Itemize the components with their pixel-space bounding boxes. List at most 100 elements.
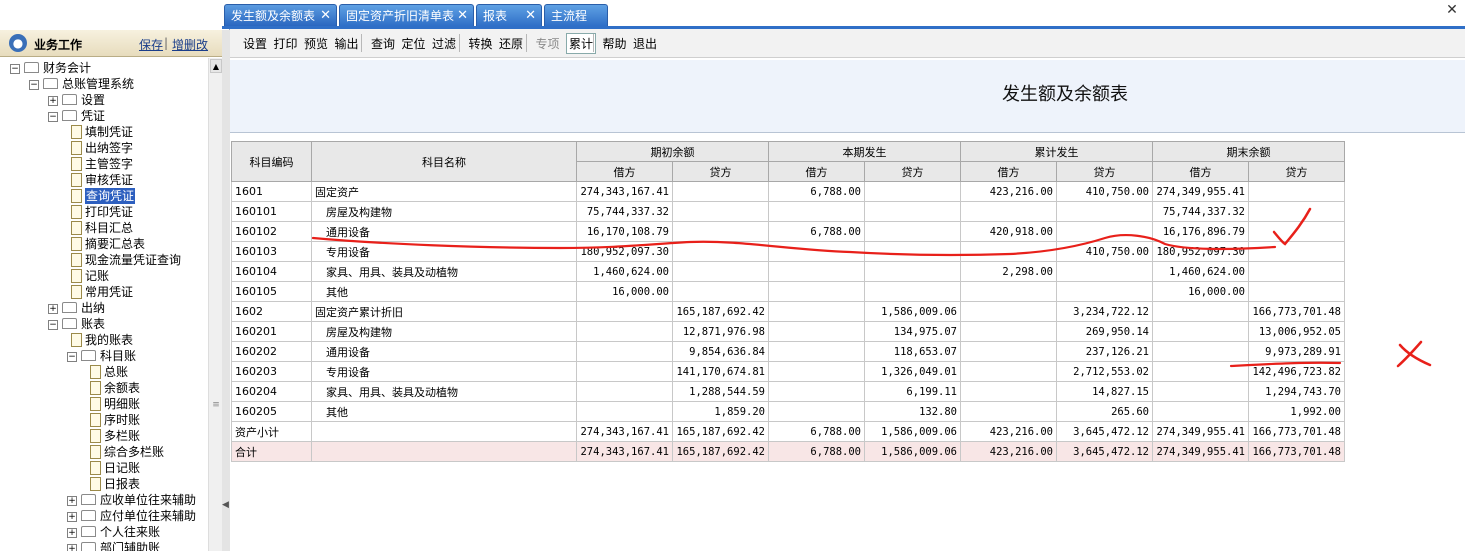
tab-0[interactable]: 发生额及余额表 ✕ <box>224 4 337 26</box>
col-header-cumulative[interactable]: 累计发生 <box>960 141 1153 162</box>
col-header-debit[interactable]: 借方 <box>768 161 865 182</box>
scroll-up-icon[interactable]: ▲ <box>210 59 222 73</box>
tree-item[interactable]: − 财务会计 <box>0 60 208 76</box>
col-header-code[interactable]: 科目编码 <box>231 141 312 182</box>
toolbar-button-4-0[interactable]: 帮助 <box>603 35 627 52</box>
tree-item[interactable]: − 凭证 <box>0 108 208 124</box>
tree-item[interactable]: 综合多栏账 <box>0 444 208 460</box>
tree-item[interactable]: 审核凭证 <box>0 172 208 188</box>
tree-item[interactable]: 出纳签字 <box>0 140 208 156</box>
toolbar-button-1-1[interactable]: 定位 <box>402 35 426 52</box>
table-row[interactable]: 160105 其他 16,000.00 16,000.00 <box>231 281 1345 302</box>
tree-item[interactable]: 填制凭证 <box>0 124 208 140</box>
table-row[interactable]: 160103 专用设备 180,952,097.30 410,750.00 180,95… <box>231 241 1345 262</box>
tree-item[interactable]: 日报表 <box>0 476 208 492</box>
edit-link[interactable]: 增删改 <box>172 36 208 53</box>
close-tab-icon[interactable]: ✕ <box>525 5 536 27</box>
tree-item[interactable]: + 设置 <box>0 92 208 108</box>
col-header-debit[interactable]: 借方 <box>1152 161 1249 182</box>
collapse-icon[interactable]: − <box>48 320 58 330</box>
tree-item[interactable]: 多栏账 <box>0 428 208 444</box>
col-header-credit[interactable]: 贷方 <box>1056 161 1153 182</box>
tree-scrollbar[interactable]: ▲ ≡ <box>208 58 223 551</box>
table-row[interactable]: 合计 274,343,167.41 165,187,692.42 6,788.00 1,… <box>231 441 1345 462</box>
tree-item[interactable]: + 应收单位往来辅助 <box>0 492 208 508</box>
toolbar-button-0-0[interactable]: 设置 <box>243 35 267 52</box>
collapse-icon[interactable]: − <box>67 352 77 362</box>
col-header-credit[interactable]: 贷方 <box>672 161 769 182</box>
table-row[interactable]: 160201 房屋及构建物 12,871,976.98 134,975.07 269,9… <box>231 321 1345 342</box>
save-link[interactable]: 保存 <box>139 36 163 53</box>
table-row[interactable]: 160205 其他 1,859.20 132.80 265.60 1,992.00 <box>231 401 1345 422</box>
scroll-grip-icon[interactable]: ≡ <box>211 400 221 410</box>
table-row[interactable]: 160101 房屋及构建物 75,744,337.32 75,744,337.32 <box>231 201 1345 222</box>
tree-item[interactable]: 摘要汇总表 <box>0 236 208 252</box>
expand-icon[interactable]: + <box>67 544 77 551</box>
expand-icon[interactable]: + <box>48 304 58 314</box>
expand-icon[interactable]: + <box>67 496 77 506</box>
toolbar-button-0-1[interactable]: 打印 <box>274 35 298 52</box>
expand-icon[interactable]: + <box>67 512 77 522</box>
panel-splitter[interactable]: ◀ <box>222 30 230 551</box>
collapse-icon[interactable]: − <box>29 80 39 90</box>
table-row[interactable]: 资产小计 274,343,167.41 165,187,692.42 6,788.00… <box>231 421 1345 442</box>
col-header-credit[interactable]: 贷方 <box>1248 161 1345 182</box>
cell-amount: 6,788.00 <box>768 421 865 442</box>
col-header-current[interactable]: 本期发生 <box>768 141 961 162</box>
tree-item[interactable]: + 部门辅助账 <box>0 540 208 551</box>
tree-item[interactable]: 总账 <box>0 364 208 380</box>
tree-item[interactable]: 日记账 <box>0 460 208 476</box>
toolbar-button-1-0[interactable]: 查询 <box>371 35 395 52</box>
toolbar-button-2-1[interactable]: 还原 <box>499 35 523 52</box>
tree-item[interactable]: − 科目账 <box>0 348 208 364</box>
tree-item[interactable]: 查询凭证 <box>0 188 208 204</box>
toolbar-button-1-2[interactable]: 过滤 <box>432 35 456 52</box>
tree-item[interactable]: 打印凭证 <box>0 204 208 220</box>
tree-item[interactable]: 序时账 <box>0 412 208 428</box>
tree-item[interactable]: + 出纳 <box>0 300 208 316</box>
collapse-icon[interactable]: − <box>48 112 58 122</box>
tree-item[interactable]: − 账表 <box>0 316 208 332</box>
tree-item[interactable]: + 个人往来账 <box>0 524 208 540</box>
toolbar-button-0-2[interactable]: 预览 <box>304 35 328 52</box>
tree-item[interactable]: 余额表 <box>0 380 208 396</box>
toolbar-button-3-1[interactable]: 累计 <box>566 33 597 54</box>
toolbar-button-3-0[interactable]: 专项 <box>536 35 560 52</box>
toolbar-button-2-0[interactable]: 转换 <box>469 35 493 52</box>
close-all-icon[interactable]: ✕ <box>1443 2 1461 20</box>
tree-item[interactable]: 我的账表 <box>0 332 208 348</box>
col-header-opening[interactable]: 期初余额 <box>576 141 769 162</box>
tree-item[interactable]: 记账 <box>0 268 208 284</box>
close-tab-icon[interactable]: ✕ <box>320 5 331 27</box>
toolbar-button-4-1[interactable]: 退出 <box>633 35 657 52</box>
table-row[interactable]: 160203 专用设备 141,170,674.81 1,326,049.01 2,71… <box>231 361 1345 382</box>
table-row[interactable]: 160202 通用设备 9,854,636.84 118,653.07 237,126.… <box>231 341 1345 362</box>
tree-item[interactable]: + 应付单位往来辅助 <box>0 508 208 524</box>
col-header-debit[interactable]: 借方 <box>960 161 1057 182</box>
table-row[interactable]: 160104 家具、用具、装具及动植物 1,460,624.00 2,298.00 1,… <box>231 261 1345 282</box>
tree-item[interactable]: − 总账管理系统 <box>0 76 208 92</box>
expand-icon[interactable]: + <box>48 96 58 106</box>
tab-2[interactable]: 报表 ✕ <box>476 4 542 26</box>
cell-amount <box>1152 301 1249 322</box>
collapse-icon[interactable]: − <box>10 64 20 74</box>
col-header-debit[interactable]: 借方 <box>576 161 673 182</box>
close-tab-icon[interactable]: ✕ <box>457 5 468 27</box>
table-row[interactable]: 1601 固定资产 274,343,167.41 6,788.00 423,216.00… <box>231 181 1345 202</box>
tab-1[interactable]: 固定资产折旧清单表 ✕ <box>339 4 474 26</box>
tree-item[interactable]: 科目汇总 <box>0 220 208 236</box>
col-header-closing[interactable]: 期末余额 <box>1152 141 1345 162</box>
tree-item[interactable]: 常用凭证 <box>0 284 208 300</box>
tree-item[interactable]: 现金流量凭证查询 <box>0 252 208 268</box>
table-row[interactable]: 1602 固定资产累计折旧 165,187,692.42 1,586,009.06 3,… <box>231 301 1345 322</box>
expand-icon[interactable]: + <box>67 528 77 538</box>
col-header-credit[interactable]: 贷方 <box>864 161 961 182</box>
tab-3[interactable]: 主流程 <box>544 4 608 26</box>
col-header-name[interactable]: 科目名称 <box>311 141 577 182</box>
tree-item[interactable]: 明细账 <box>0 396 208 412</box>
collapse-arrow-icon[interactable]: ◀ <box>222 500 230 510</box>
toolbar-button-0-3[interactable]: 输出 <box>335 35 359 52</box>
table-row[interactable]: 160204 家具、用具、装具及动植物 1,288,544.59 6,199.11 14… <box>231 381 1345 402</box>
table-row[interactable]: 160102 通用设备 16,170,108.79 6,788.00 420,918.0… <box>231 221 1345 242</box>
tree-item[interactable]: 主管签字 <box>0 156 208 172</box>
